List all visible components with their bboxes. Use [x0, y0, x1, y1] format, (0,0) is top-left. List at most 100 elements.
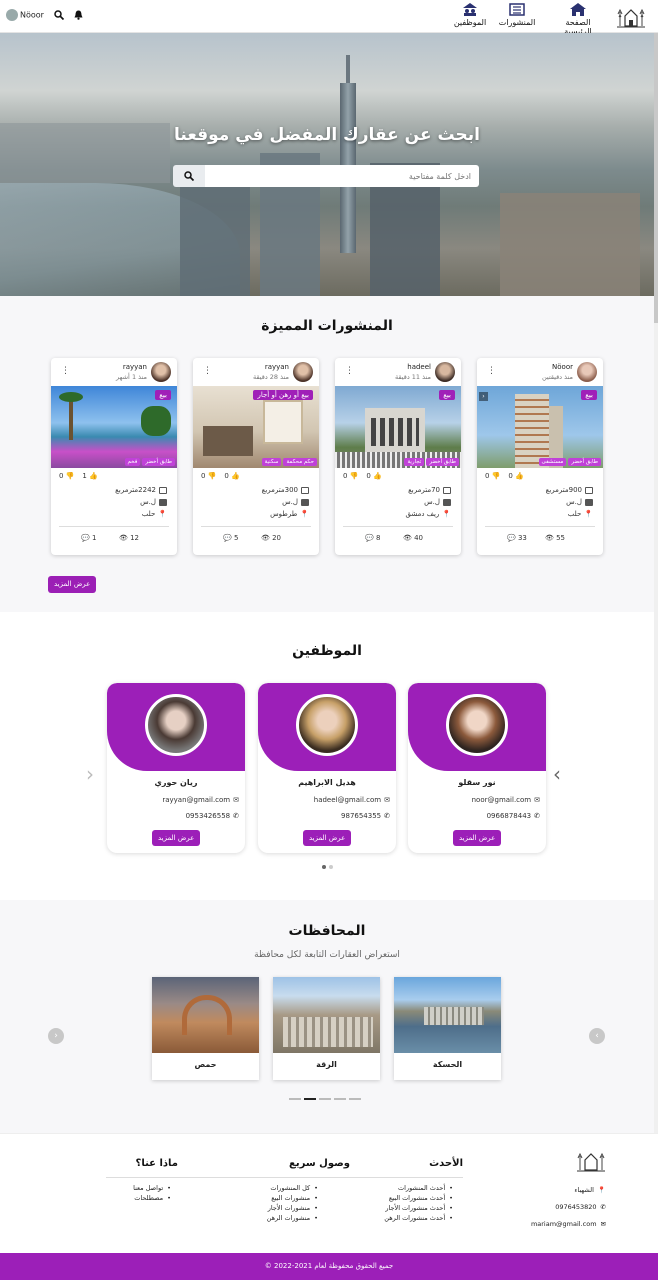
phone-icon: ✆ [600, 1203, 606, 1211]
employee-more-button[interactable]: عرض المزيد [303, 830, 352, 846]
post-area: 300مترمربع [262, 486, 309, 494]
post-price: ل.س [282, 498, 309, 506]
nav-employees[interactable]: الموظفين [452, 3, 488, 27]
like-button[interactable]: 0 👍 [508, 472, 523, 480]
footer-link[interactable]: أحدث منشورات الأجار [384, 1204, 453, 1212]
post-user: hadeel [407, 363, 431, 371]
footer-link[interactable]: تواصل معنا [133, 1184, 171, 1192]
like-button[interactable]: 0 👍 [366, 472, 381, 480]
employee-email: ✉ rayyan@gmail.com [162, 796, 239, 804]
footer-link[interactable]: كل المنشورات [267, 1184, 318, 1192]
chevron-left-icon[interactable]: ‹ [48, 1028, 64, 1044]
post-card[interactable]: rayyan منذ 1 أشهر ⋮ بيع طابق أخضر فخم 0 … [51, 358, 177, 555]
user-menu[interactable]: Nöoor [6, 9, 44, 21]
post-card[interactable]: rayyan منذ 28 دقيقة ⋮ بيع أو رهن أو أجار… [193, 358, 319, 555]
carousel-dot[interactable] [322, 865, 326, 869]
carousel-indicator[interactable] [319, 1098, 331, 1100]
employee-more-button[interactable]: عرض المزيد [152, 830, 201, 846]
footer-link[interactable]: أحدث المنشورات [384, 1184, 453, 1192]
image-window [263, 400, 303, 444]
bell-icon[interactable] [74, 10, 83, 20]
more-options-icon[interactable]: ⋮ [487, 366, 496, 376]
like-button[interactable]: 0 👍 [224, 472, 239, 480]
dislike-button[interactable]: 0 👎 [485, 472, 500, 480]
post-image[interactable]: بيع أو رهن أو أجار حكم محكمة سكنية [193, 386, 319, 468]
like-button[interactable]: 1 👍 [82, 472, 97, 480]
nav-home[interactable]: الصفحة الرئيسية [553, 3, 603, 36]
location-icon: 📍 [442, 510, 451, 518]
chevron-left-icon[interactable]: ‹ [479, 392, 488, 401]
footer-link[interactable]: منشورات الرهن [267, 1214, 318, 1222]
nav-posts[interactable]: المنشورات [497, 3, 537, 27]
footer-about-list: تواصل معنا مصطلحات [133, 1184, 171, 1204]
divider [106, 1177, 226, 1178]
mail-icon: ✉ [233, 796, 239, 804]
employee-card[interactable]: نور سقلو ✉ noor@gmail.com ✆ 0966878443 عرض… [408, 683, 546, 853]
post-image[interactable]: بيع طابق أخضر تجارية [335, 386, 461, 468]
comments-count[interactable]: 33 💬 [507, 534, 527, 542]
footer-link[interactable]: منشورات البيع [267, 1194, 318, 1202]
more-options-icon[interactable]: ⋮ [203, 366, 212, 376]
comments-value: 1 [91, 534, 97, 542]
carousel-indicator[interactable] [304, 1098, 316, 1100]
carousel-indicator[interactable] [289, 1098, 301, 1100]
featured-more-button[interactable]: عرض المزيد [48, 576, 97, 593]
province-name: الحسكة [432, 1060, 463, 1069]
employee-email: ✉ noor@gmail.com [472, 796, 540, 804]
views-value: 40 [414, 534, 423, 542]
employee-more-button[interactable]: عرض المزيد [453, 830, 502, 846]
post-reactions: 0 👎 1 👍 [59, 472, 98, 480]
province-card[interactable]: الرقة [273, 977, 380, 1080]
post-image[interactable]: بيع طابق أخضر مستشفى ‹ [477, 386, 603, 468]
post-price: ل.س [566, 498, 593, 506]
carousel-indicator[interactable] [334, 1098, 346, 1100]
post-header: hadeel منذ 11 دقيقة ⋮ [335, 358, 461, 386]
carousel-indicator[interactable] [349, 1098, 361, 1100]
top-navbar: الصفحة الرئيسية المنشورات الموظفين Nöoor [0, 0, 658, 36]
province-name: حمص [194, 1060, 217, 1069]
area-icon [585, 486, 593, 494]
more-options-icon[interactable]: ⋮ [61, 366, 70, 376]
address-value: الشهباء [574, 1186, 594, 1194]
footer-link[interactable]: أحدث منشورات البيع [384, 1194, 453, 1202]
location-value: طرطوس [270, 510, 298, 518]
area-icon [159, 486, 167, 494]
area-value: 900مترمربع [545, 486, 582, 494]
post-tags: طابق أخضر تجارية [404, 458, 459, 466]
footer-link[interactable]: أحدث منشورات الرهن [384, 1214, 453, 1222]
chevron-right-icon[interactable]: › [553, 762, 561, 786]
province-card[interactable]: الحسكة [394, 977, 501, 1080]
province-card[interactable]: حمص [152, 977, 259, 1080]
footer-link[interactable]: مصطلحات [133, 1194, 171, 1202]
post-image[interactable]: بيع طابق أخضر فخم [51, 386, 177, 468]
more-options-icon[interactable]: ⋮ [345, 366, 354, 376]
phone-icon: ✆ [233, 812, 239, 820]
search-icon[interactable] [54, 10, 64, 20]
dislike-button[interactable]: 0 👎 [59, 472, 74, 480]
tag: حكم محكمة [283, 458, 317, 466]
site-logo-icon[interactable] [616, 2, 646, 30]
footer-link[interactable]: منشورات الأجار [267, 1204, 318, 1212]
post-location: 📍 طرطوس [270, 510, 309, 518]
post-reactions: 0 👎 0 👍 [485, 472, 524, 480]
post-card[interactable]: Nöoor منذ دقيقتين ⋮ بيع طابق أخضر مستشفى… [477, 358, 603, 555]
search-input[interactable] [205, 165, 479, 187]
comments-count[interactable]: 8 💬 [365, 534, 380, 542]
scrollbar-thumb[interactable] [654, 33, 658, 323]
post-user: Nöoor [552, 363, 573, 371]
dislike-button[interactable]: 0 👎 [201, 472, 216, 480]
carousel-indicators [289, 1098, 361, 1100]
post-card[interactable]: hadeel منذ 11 دقيقة ⋮ بيع طابق أخضر تجار… [335, 358, 461, 555]
chevron-left-icon[interactable]: ‹ [86, 762, 94, 786]
employee-phone: ✆ 0966878443 [487, 812, 540, 820]
location-icon: 📍 [300, 510, 309, 518]
search-button[interactable] [173, 165, 205, 187]
carousel-dot[interactable] [329, 865, 333, 869]
employee-card[interactable]: هديل الابراهيم ✉ hadeel@gmail.com ✆ 987654… [258, 683, 396, 853]
comments-count[interactable]: 1 💬 [81, 534, 96, 542]
chevron-right-icon[interactable]: › [589, 1028, 605, 1044]
employee-card[interactable]: ريان حوري ✉ rayyan@gmail.com ✆ 0953426558 … [107, 683, 245, 853]
comments-count[interactable]: 5 💬 [223, 534, 238, 542]
image-palm-leaves [59, 392, 83, 402]
dislike-button[interactable]: 0 👎 [343, 472, 358, 480]
